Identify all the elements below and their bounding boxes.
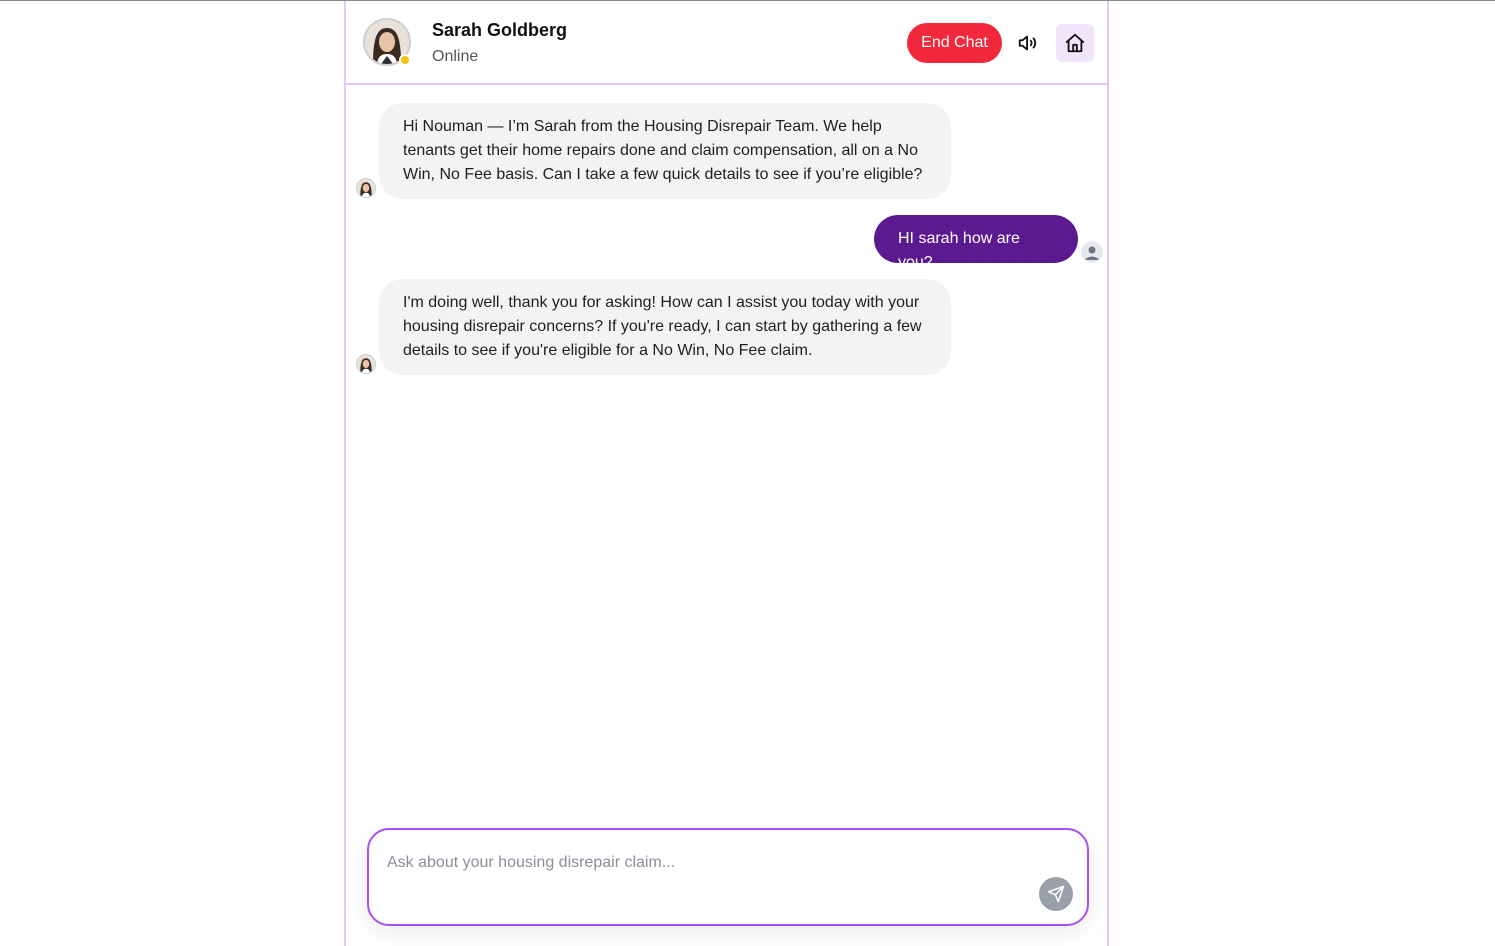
agent-photo-icon xyxy=(357,179,375,197)
send-button[interactable] xyxy=(1039,877,1073,911)
message-text: Hi Nouman — I’m Sarah from the Housing D… xyxy=(403,118,923,183)
end-chat-button[interactable]: End Chat xyxy=(907,23,1002,63)
user-icon xyxy=(1085,246,1099,260)
bot-message: Hi Nouman — I’m Sarah from the Housing D… xyxy=(379,103,951,199)
speaker-button[interactable] xyxy=(1015,29,1041,57)
agent-photo-icon xyxy=(357,355,375,373)
home-icon xyxy=(1065,33,1085,53)
user-avatar xyxy=(1081,241,1103,263)
chat-header: Sarah Goldberg Online End Chat xyxy=(346,1,1107,85)
message-text: I'm doing well, thank you for asking! Ho… xyxy=(403,294,922,359)
message-input[interactable] xyxy=(387,850,1007,876)
message-composer xyxy=(367,828,1089,926)
agent-status: Online xyxy=(432,48,479,65)
bot-message: I'm doing well, thank you for asking! Ho… xyxy=(379,279,951,375)
user-message: HI sarah how are you? xyxy=(874,215,1078,271)
message-text: HI sarah how are you? xyxy=(898,230,1020,271)
agent-name: Sarah Goldberg xyxy=(432,20,568,40)
bot-message-avatar xyxy=(356,178,376,198)
chat-panel: Sarah Goldberg Online End Chat Hi Nouman… xyxy=(344,1,1109,946)
bot-message-avatar xyxy=(356,354,376,374)
online-status-dot xyxy=(399,54,411,66)
home-button[interactable] xyxy=(1056,24,1094,62)
speaker-icon xyxy=(1018,35,1037,51)
send-icon xyxy=(1047,885,1065,903)
